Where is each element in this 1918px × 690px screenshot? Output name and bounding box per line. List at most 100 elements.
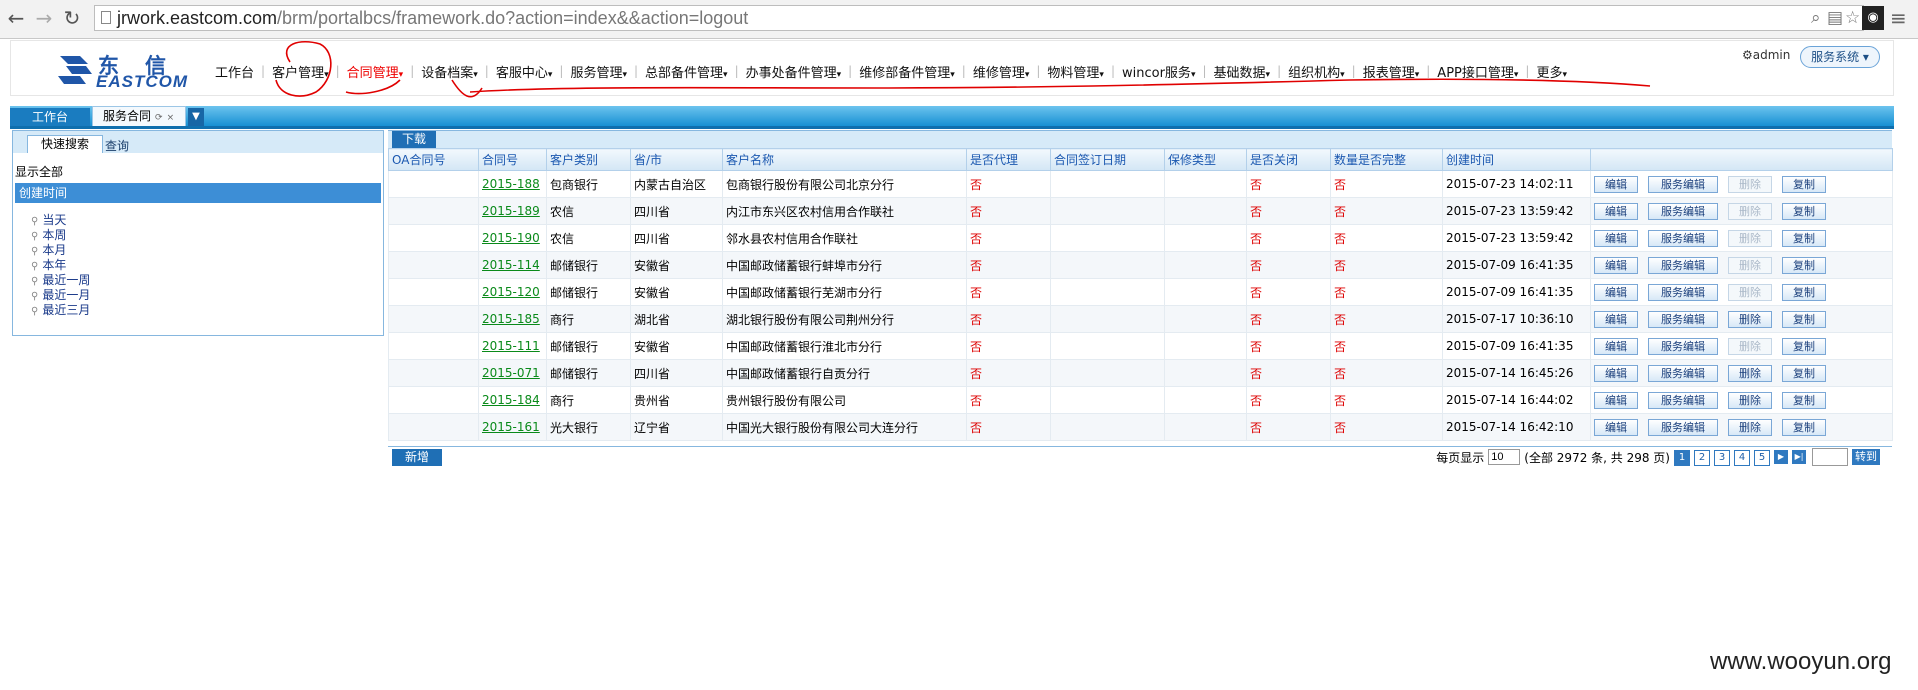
edit-button[interactable]: 编辑 — [1594, 364, 1638, 382]
edit-button[interactable]: 编辑 — [1594, 256, 1638, 274]
cell-no[interactable]: 2015-071 — [478, 359, 547, 387]
service-edit-button[interactable]: 服务编辑 — [1648, 418, 1718, 436]
delete-button[interactable]: 删除 — [1728, 364, 1772, 382]
star-icon[interactable]: ☆ — [1845, 8, 1860, 28]
refresh-icon[interactable]: ⟳ — [155, 113, 163, 123]
cell-no[interactable]: 2015-190 — [478, 224, 547, 252]
tab-quick-search[interactable]: 快速搜索 — [27, 135, 103, 153]
nav-item-10[interactable]: 物料管理▾ — [1040, 62, 1111, 81]
page-number[interactable]: 3 — [1714, 449, 1730, 466]
column-header[interactable]: 合同签订日期 — [1050, 148, 1165, 171]
edit-button[interactable]: 编辑 — [1594, 283, 1638, 301]
column-header[interactable]: 客户名称 — [722, 148, 967, 171]
cell-no[interactable]: 2015-161 — [478, 413, 547, 441]
page-number[interactable]: 5 — [1754, 449, 1770, 466]
forward-icon[interactable]: → — [32, 6, 56, 30]
jump-page-input[interactable] — [1812, 448, 1848, 466]
nav-item-6[interactable]: 总部备件管理▾ — [638, 62, 735, 81]
per-page-input[interactable] — [1488, 449, 1521, 465]
download-button[interactable]: 下载 — [392, 131, 436, 148]
column-header[interactable]: 省/市 — [630, 148, 723, 171]
delete-button[interactable]: 删除 — [1728, 310, 1772, 328]
column-header[interactable]: 保修类型 — [1164, 148, 1247, 171]
column-header[interactable]: 数量是否完整 — [1330, 148, 1443, 171]
search-icon[interactable]: ⌕ — [1811, 8, 1821, 28]
copy-button[interactable]: 复制 — [1782, 256, 1826, 274]
tab-service-contract[interactable]: 服务合同 ⟳ × — [92, 106, 186, 126]
nav-item-8[interactable]: 维修部备件管理▾ — [852, 62, 962, 81]
nav-item-3[interactable]: 设备档案▾ — [414, 62, 485, 81]
edit-button[interactable]: 编辑 — [1594, 418, 1638, 436]
page-number[interactable]: 4 — [1734, 449, 1750, 466]
delete-button[interactable]: 删除 — [1728, 391, 1772, 409]
nav-item-16[interactable]: 更多▾ — [1529, 62, 1574, 81]
service-edit-button[interactable]: 服务编辑 — [1648, 175, 1718, 193]
nav-item-13[interactable]: 组织机构▾ — [1281, 62, 1352, 81]
reload-icon[interactable]: ↻ — [60, 6, 84, 30]
service-edit-button[interactable]: 服务编辑 — [1648, 364, 1718, 382]
edit-button[interactable]: 编辑 — [1594, 229, 1638, 247]
add-contract-button[interactable]: 新增 — [392, 449, 442, 466]
browser-menu-icon[interactable]: ≡ — [1890, 6, 1907, 30]
last-page-icon[interactable]: ▶| — [1792, 450, 1806, 464]
nav-item-15[interactable]: APP接口管理▾ — [1430, 62, 1525, 81]
service-edit-button[interactable]: 服务编辑 — [1648, 283, 1718, 301]
group-created-time[interactable]: 创建时间 — [15, 183, 381, 203]
column-header[interactable]: 客户类别 — [546, 148, 631, 171]
copy-button[interactable]: 复制 — [1782, 175, 1826, 193]
nav-item-0[interactable]: 工作台 — [208, 62, 261, 81]
close-icon[interactable]: × — [167, 113, 175, 123]
cell-no[interactable]: 2015-120 — [478, 278, 547, 306]
nav-item-7[interactable]: 办事处备件管理▾ — [739, 62, 849, 81]
edit-button[interactable]: 编辑 — [1594, 337, 1638, 355]
edit-button[interactable]: 编辑 — [1594, 391, 1638, 409]
service-system-button[interactable]: 服务系统 ▾ — [1800, 46, 1880, 68]
edit-button[interactable]: 编辑 — [1594, 175, 1638, 193]
column-header[interactable]: OA合同号 — [388, 148, 479, 171]
go-button[interactable]: 转到 — [1852, 449, 1880, 465]
edit-button[interactable]: 编辑 — [1594, 310, 1638, 328]
tab-home[interactable]: 工作台 — [10, 108, 90, 126]
column-header[interactable]: 创建时间 — [1442, 148, 1591, 171]
nav-item-12[interactable]: 基础数据▾ — [1207, 62, 1278, 81]
service-edit-button[interactable]: 服务编辑 — [1648, 310, 1718, 328]
copy-button[interactable]: 复制 — [1782, 337, 1826, 355]
nav-item-4[interactable]: 客服中心▾ — [489, 62, 560, 81]
copy-button[interactable]: 复制 — [1782, 229, 1826, 247]
extension-icon[interactable]: ◉ — [1862, 6, 1884, 30]
service-edit-button[interactable]: 服务编辑 — [1648, 229, 1718, 247]
show-all-link[interactable]: 显示全部 — [15, 163, 63, 180]
cell-no[interactable]: 2015-184 — [478, 386, 547, 414]
back-icon[interactable]: ← — [4, 6, 28, 30]
page-number[interactable]: 2 — [1694, 449, 1710, 466]
cell-no[interactable]: 2015-111 — [478, 332, 547, 360]
edit-button[interactable]: 编辑 — [1594, 202, 1638, 220]
cell-no[interactable]: 2015-189 — [478, 197, 547, 225]
nav-item-14[interactable]: 报表管理▾ — [1356, 62, 1427, 81]
copy-button[interactable]: 复制 — [1782, 202, 1826, 220]
nav-item-11[interactable]: wincor服务▾ — [1115, 62, 1202, 81]
cell-no[interactable]: 2015-185 — [478, 305, 547, 333]
copy-button[interactable]: 复制 — [1782, 391, 1826, 409]
delete-button[interactable]: 删除 — [1728, 418, 1772, 436]
cell-no[interactable]: 2015-188 — [478, 170, 547, 198]
page-number[interactable]: 1 — [1674, 449, 1690, 466]
copy-button[interactable]: 复制 — [1782, 418, 1826, 436]
service-edit-button[interactable]: 服务编辑 — [1648, 256, 1718, 274]
copy-button[interactable]: 复制 — [1782, 310, 1826, 328]
service-edit-button[interactable]: 服务编辑 — [1648, 202, 1718, 220]
nav-item-2[interactable]: 合同管理▾ — [340, 62, 411, 81]
next-page-icon[interactable]: ▶ — [1774, 450, 1788, 464]
column-header[interactable]: 是否代理 — [966, 148, 1051, 171]
nav-item-1[interactable]: 客户管理▾ — [265, 62, 336, 81]
tab-query[interactable]: 查询 — [105, 137, 129, 154]
column-header[interactable]: 是否关闭 — [1246, 148, 1331, 171]
service-edit-button[interactable]: 服务编辑 — [1648, 391, 1718, 409]
nav-item-5[interactable]: 服务管理▾ — [563, 62, 634, 81]
column-header[interactable] — [1590, 148, 1893, 171]
address-bar[interactable]: jrwork.eastcom.com/brm/portalbcs/framewo… — [94, 5, 1864, 31]
copy-button[interactable]: 复制 — [1782, 283, 1826, 301]
nav-item-9[interactable]: 维修管理▾ — [966, 62, 1037, 81]
tab-dropdown-icon[interactable]: ▼ — [188, 108, 204, 126]
time-filter-item[interactable]: ⚲ 最近三月 — [31, 301, 90, 318]
